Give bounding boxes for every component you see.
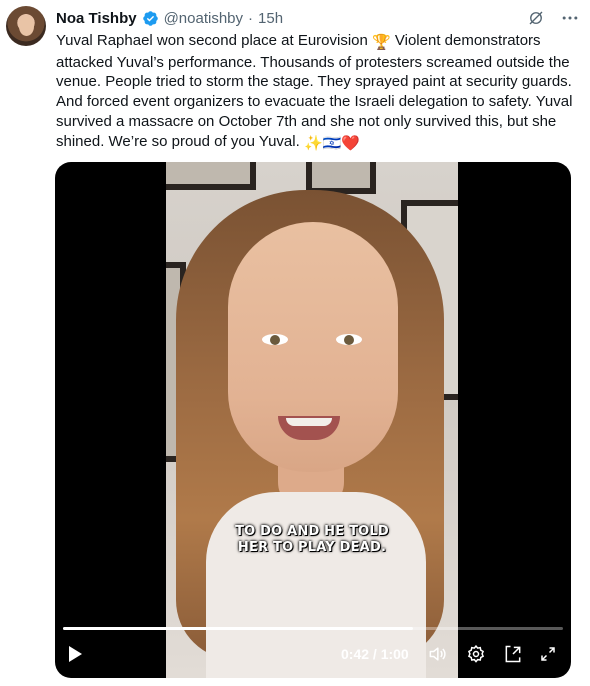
separator-dot: ·: [248, 9, 254, 27]
tweet-text-part2: Violent demonstrators attacked Yuval’s p…: [56, 32, 573, 150]
author-avatar[interactable]: [6, 6, 46, 46]
video-player[interactable]: TO DO AND HE TOLD HER TO PLAY DEAD. 0:42…: [55, 162, 571, 678]
settings-button[interactable]: [465, 644, 487, 664]
video-controls: 0:42 / 1:00: [55, 640, 571, 668]
video-frame: [166, 162, 458, 678]
fullscreen-icon: [541, 647, 555, 661]
progress-bar[interactable]: [63, 627, 563, 630]
left-eye: [262, 334, 288, 345]
caption-line-1: TO DO AND HE TOLD: [235, 524, 389, 539]
tweet-header: Noa Tishby @noatishby · 15h: [56, 8, 580, 28]
sparkles-emoji: ✨: [303, 134, 323, 152]
play-button[interactable]: [65, 644, 85, 664]
author-name[interactable]: Noa Tishby: [56, 10, 137, 27]
volume-button[interactable]: [426, 644, 448, 664]
time-display: 0:42 / 1:00: [341, 646, 409, 662]
tweet-text: Yuval Raphael won second place at Eurovi…: [56, 31, 576, 153]
tweet-time[interactable]: 15h: [258, 10, 283, 27]
progress-fill: [63, 627, 413, 630]
israel-flag-emoji: 🇮🇱: [322, 134, 342, 152]
grok-icon[interactable]: [527, 9, 545, 27]
settings-icon: [467, 644, 485, 663]
dock-button[interactable]: [502, 644, 524, 664]
verified-badge-icon: [142, 10, 158, 26]
author-handle[interactable]: @noatishby: [164, 10, 243, 27]
caption-line-2: HER TO PLAY DEAD.: [237, 540, 387, 555]
tweet-text-part1: Yuval Raphael won second place at Eurovi…: [56, 32, 373, 49]
dock-icon: [505, 645, 521, 663]
volume-icon: [429, 647, 446, 661]
trophy-emoji: 🏆: [372, 34, 391, 51]
wall-frame-1: [166, 162, 256, 190]
more-icon[interactable]: [560, 8, 580, 28]
video-caption: TO DO AND HE TOLD HER TO PLAY DEAD.: [166, 524, 458, 556]
fullscreen-button[interactable]: [537, 644, 559, 664]
red-heart-emoji: ❤️: [341, 134, 360, 152]
right-eye: [336, 334, 362, 345]
play-icon: [69, 646, 82, 662]
